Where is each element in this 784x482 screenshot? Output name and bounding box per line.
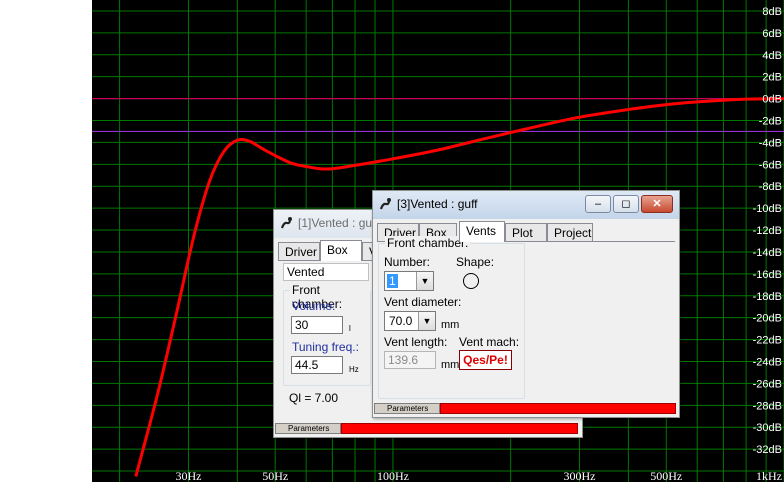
vent-diameter-unit: mm bbox=[441, 319, 460, 331]
shape-label: Shape: bbox=[456, 255, 495, 269]
ql-value: Ql = 7.00 bbox=[289, 391, 339, 405]
y-tick-label: 4dB bbox=[762, 50, 782, 62]
chevron-down-icon[interactable]: ▼ bbox=[418, 312, 435, 330]
left-margin bbox=[0, 0, 92, 482]
x-tick-label: 500Hz bbox=[650, 469, 682, 482]
parameters-label: Parameters bbox=[275, 423, 341, 434]
minimize-icon[interactable]: ‒ bbox=[585, 195, 611, 213]
parameters-bar bbox=[341, 423, 578, 434]
y-tick-label: 0dB bbox=[762, 94, 782, 106]
x-tick-label: 100Hz bbox=[377, 469, 409, 482]
y-tick-label: -6dB bbox=[759, 159, 782, 171]
volume-input[interactable]: 30 bbox=[291, 316, 343, 334]
front-chamber-label: Front chamber: bbox=[385, 236, 471, 250]
window-1-statusbar: Parameters bbox=[275, 423, 578, 434]
y-tick-label: -30dB bbox=[753, 422, 782, 434]
y-tick-label: -22dB bbox=[753, 335, 782, 347]
y-tick-label: -26dB bbox=[753, 378, 782, 390]
y-tick-label: -24dB bbox=[753, 357, 782, 369]
x-tick-label: 30Hz bbox=[175, 469, 201, 482]
x-tick-label: 300Hz bbox=[564, 469, 596, 482]
y-tick-label: -32dB bbox=[753, 444, 782, 456]
number-label: Number: bbox=[384, 255, 431, 269]
y-tick-label: -8dB bbox=[759, 181, 782, 193]
vents-window-3[interactable]: [3]Vented : guff ‒ ◻ ✕ Driver Box Vents … bbox=[372, 190, 680, 418]
tab-box[interactable]: Box bbox=[320, 240, 362, 261]
vent-length-field: 139.6 bbox=[384, 351, 436, 369]
tab-project[interactable]: Project bbox=[547, 223, 593, 241]
app-logo-icon bbox=[379, 198, 391, 210]
x-tick-label: 1kHz bbox=[756, 469, 782, 482]
y-tick-label: 8dB bbox=[762, 6, 782, 18]
y-tick-label: -16dB bbox=[753, 269, 782, 281]
vent-mach-button[interactable]: Qes/Pe! bbox=[459, 350, 512, 370]
vent-diameter-value: 70.0 bbox=[389, 314, 413, 328]
vent-number-value: 1 bbox=[387, 274, 398, 288]
tuning-freq-unit: Hz bbox=[349, 365, 359, 374]
volume-label: Volume: bbox=[292, 299, 336, 313]
y-tick-label: -20dB bbox=[753, 313, 782, 325]
app-logo-icon bbox=[280, 217, 292, 229]
vent-mach-label: Vent mach: bbox=[459, 335, 520, 349]
tuning-freq-input[interactable]: 44.5 bbox=[291, 356, 343, 374]
vent-diameter-select[interactable]: 70.0 ▼ bbox=[384, 311, 436, 331]
window-3-title: [3]Vented : guff bbox=[397, 197, 478, 211]
volume-unit: l bbox=[349, 324, 351, 333]
vent-length-label: Vent length: bbox=[384, 335, 448, 349]
vent-diameter-label: Vent diameter: bbox=[384, 295, 462, 309]
y-tick-label: -28dB bbox=[753, 400, 782, 412]
maximize-icon[interactable]: ◻ bbox=[613, 195, 639, 213]
window-3-titlebar[interactable]: [3]Vented : guff ‒ ◻ ✕ bbox=[373, 191, 679, 219]
parameters-bar bbox=[440, 403, 676, 414]
window-3-statusbar: Parameters bbox=[374, 403, 676, 414]
window-1-title: [1]Vented : guff bbox=[298, 216, 378, 230]
y-tick-label: -14dB bbox=[753, 247, 782, 259]
y-tick-label: -12dB bbox=[753, 225, 782, 237]
tab-vents[interactable]: Vents bbox=[459, 221, 505, 242]
y-tick-label: -4dB bbox=[759, 137, 782, 149]
tab-plot[interactable]: Plot bbox=[505, 223, 547, 241]
parameters-label: Parameters bbox=[374, 403, 440, 414]
vent-length-unit: mm bbox=[441, 359, 460, 371]
y-tick-label: -10dB bbox=[753, 203, 782, 215]
close-icon[interactable]: ✕ bbox=[641, 195, 673, 213]
round-vent-shape-icon[interactable] bbox=[462, 272, 480, 290]
y-tick-label: 2dB bbox=[762, 72, 782, 84]
x-tick-label: 50Hz bbox=[262, 469, 288, 482]
tuning-freq-label: Tuning freq.: bbox=[292, 340, 359, 354]
y-tick-label: -18dB bbox=[753, 291, 782, 303]
y-tick-label: -2dB bbox=[759, 116, 782, 128]
chevron-down-icon[interactable]: ▼ bbox=[416, 272, 433, 290]
box-type-field[interactable]: Vented bbox=[283, 263, 369, 281]
tab-driver[interactable]: Driver bbox=[278, 242, 320, 260]
y-tick-label: 6dB bbox=[762, 28, 782, 40]
vent-number-select[interactable]: 1 ▼ bbox=[384, 271, 434, 291]
